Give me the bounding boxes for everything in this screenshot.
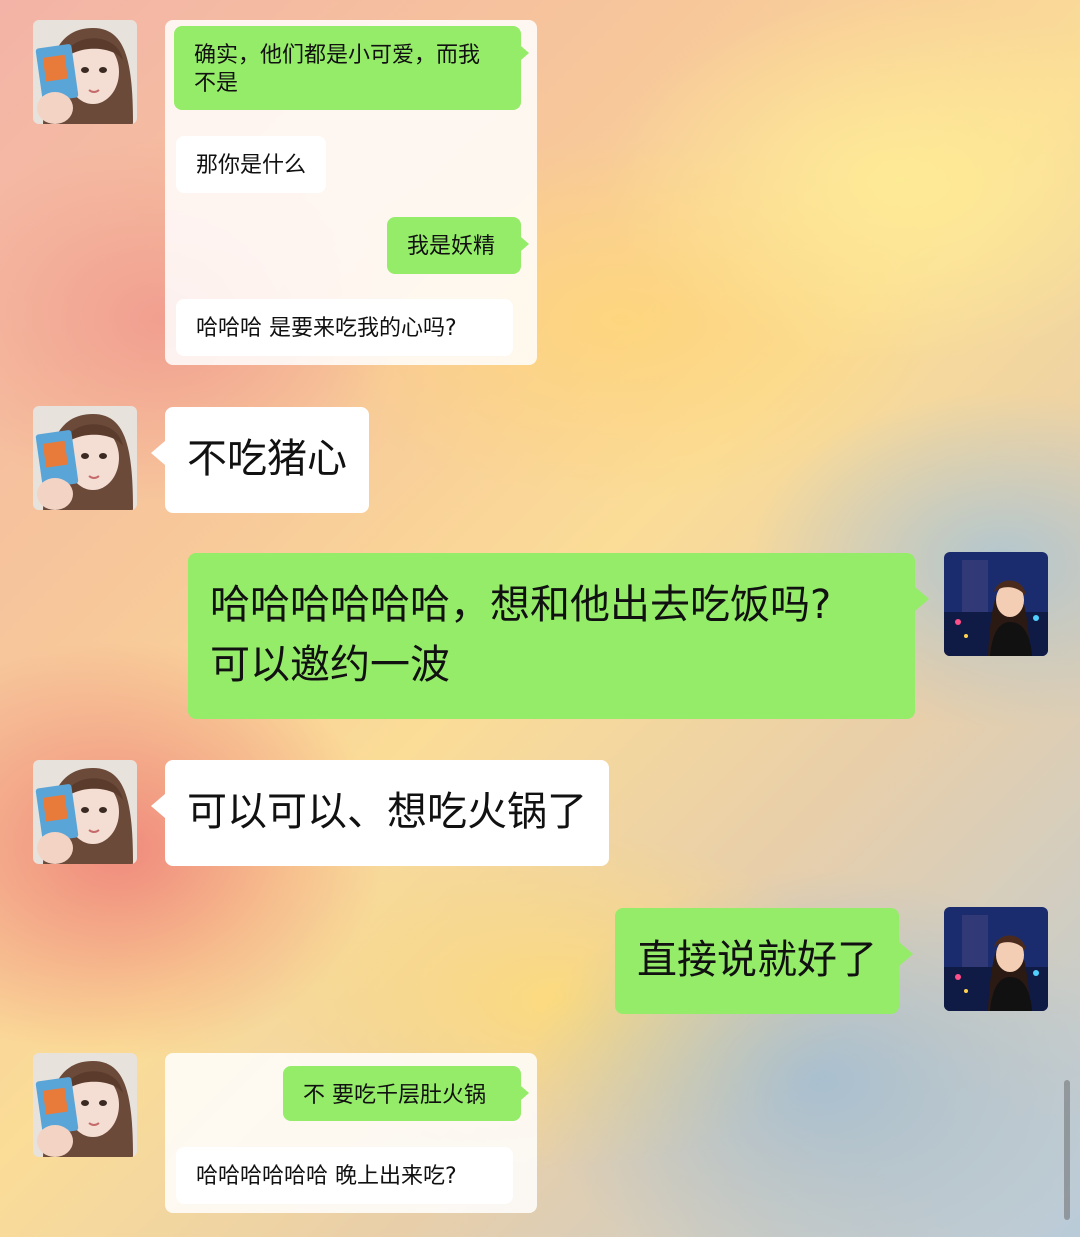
contact-avatar-icon[interactable] [33, 1053, 137, 1157]
self-avatar-icon[interactable] [944, 552, 1048, 656]
contact-avatar-icon[interactable] [33, 406, 137, 510]
message-bubble[interactable]: 确实，他们都是小可爱，而我 不是 [174, 26, 529, 110]
contact-avatar-icon[interactable] [33, 760, 137, 864]
contact-avatar-icon[interactable] [33, 20, 137, 124]
self-avatar-icon[interactable] [944, 907, 1048, 1011]
scrollbar[interactable] [1064, 1080, 1070, 1220]
message-bubble[interactable]: 那你是什么 [176, 136, 327, 193]
message-bubble[interactable]: 直接说就好了 [615, 908, 913, 1014]
message-bubble[interactable]: 我是妖精 [387, 217, 529, 274]
message-bubble[interactable]: 哈哈哈哈哈哈，想和他出去吃饭吗? 可以邀约一波 [188, 553, 929, 719]
message-bubble[interactable]: 可以可以、想吃火锅了 [151, 760, 609, 866]
message-bubble[interactable]: 不 要吃千层肚火锅 [283, 1066, 529, 1121]
message-bubble[interactable]: 哈哈哈哈哈哈 晚上出来吃? [176, 1147, 513, 1204]
message-bubble[interactable]: 不吃猪心 [151, 407, 369, 513]
message-bubble[interactable]: 哈哈哈 是要来吃我的心吗? [176, 299, 513, 356]
